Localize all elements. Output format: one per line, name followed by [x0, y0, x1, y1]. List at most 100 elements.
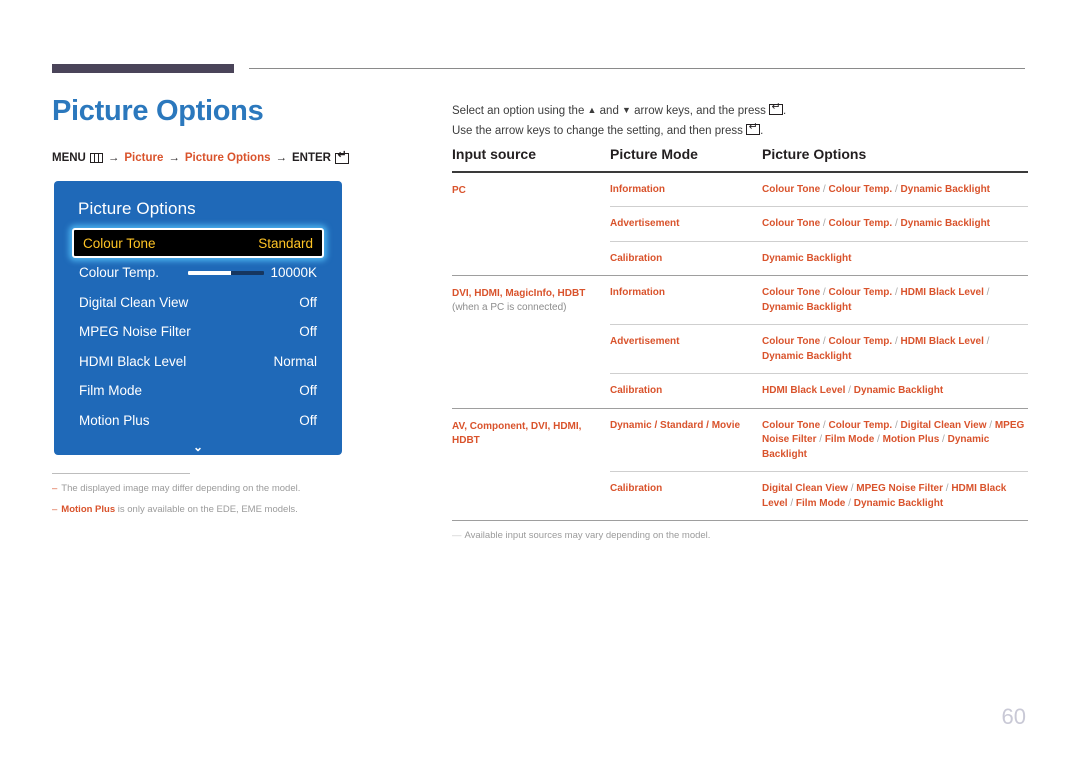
- osd-row-motion-plus[interactable]: Motion Plus Off: [72, 406, 324, 436]
- row-picture-options: HDMI Black Level / Dynamic Backlight: [762, 385, 944, 397]
- row-picture-mode: Information: [610, 183, 665, 195]
- picture-options-table: Input source Picture Mode Picture Option…: [452, 146, 1028, 541]
- chevron-down-icon[interactable]: ⌄: [72, 441, 324, 453]
- enter-return-icon: [746, 122, 761, 135]
- osd-row-hdmi-black-level[interactable]: HDMI Black Level Normal: [72, 347, 324, 377]
- osd-title: Picture Options: [78, 199, 196, 218]
- row-picture-mode: Calibration: [610, 252, 663, 264]
- osd-row-label: Motion Plus: [79, 412, 150, 428]
- breadcrumb-arrow-2: →: [168, 152, 180, 164]
- menu-grid-icon: [89, 153, 103, 163]
- table-header-picture-mode: Picture Mode: [610, 146, 698, 162]
- arrow-down-icon: ▼: [622, 105, 631, 115]
- source-main: PC: [452, 184, 466, 196]
- breadcrumb-step-picture[interactable]: Picture: [124, 152, 163, 164]
- osd-panel: Picture Options Colour Tone Standard Col…: [54, 181, 342, 455]
- breadcrumb-menu-label: MENU: [52, 152, 86, 164]
- osd-row-film-mode[interactable]: Film Mode Off: [72, 376, 324, 406]
- osd-row-value: Normal: [273, 353, 317, 369]
- table-group-pc: PC Information Colour Tone / Colour Temp…: [452, 173, 1028, 276]
- row-picture-options: Colour Tone / Colour Temp. / Dynamic Bac…: [762, 218, 991, 230]
- notes-divider: [52, 473, 190, 474]
- table-row: Information Colour Tone / Colour Temp. /…: [610, 173, 1028, 207]
- source-sub: (when a PC is connected): [452, 302, 567, 314]
- osd-row-digital-clean-view[interactable]: Digital Clean View Off: [72, 288, 324, 318]
- note-text: is only available on the EDE, EME models…: [115, 504, 298, 515]
- table-row: Calibration Digital Clean View / MPEG No…: [610, 471, 1028, 520]
- osd-row-value: 10000K: [270, 265, 317, 281]
- breadcrumb-arrow-3: →: [275, 152, 288, 164]
- osd-row-value: Off: [299, 294, 317, 310]
- table-header-row: Input source Picture Mode Picture Option…: [452, 146, 1028, 171]
- instruction-line-2: Use the arrow keys to change the setting…: [452, 121, 786, 141]
- table-row: Information Colour Tone / Colour Temp. /…: [610, 276, 1028, 324]
- table-header-input-source: Input source: [452, 146, 537, 162]
- table-group-rows: Dynamic / Standard / Movie Colour Tone /…: [610, 409, 1028, 521]
- table-group-av-component: AV, Component, DVI, HDMI, HDBT Dynamic /…: [452, 409, 1028, 521]
- row-picture-mode: Advertisement: [610, 218, 680, 230]
- instructions: Select an option using the ▲ and ▼ arrow…: [452, 100, 786, 141]
- breadcrumb-enter-label: ENTER: [292, 152, 331, 164]
- osd-row-mpeg-noise-filter[interactable]: MPEG Noise Filter Off: [72, 317, 324, 347]
- table-row: Calibration Dynamic Backlight: [610, 240, 1028, 276]
- note-dash: –: [52, 483, 58, 494]
- table-row: Advertisement Colour Tone / Colour Temp.…: [610, 206, 1028, 241]
- breadcrumb-arrow-1: →: [107, 152, 120, 164]
- table-header-picture-options: Picture Options: [762, 146, 867, 162]
- osd-row-label: Colour Tone: [83, 235, 156, 251]
- instruction-line-1: Select an option using the ▲ and ▼ arrow…: [452, 100, 786, 121]
- table-row: Advertisement Colour Tone / Colour Temp.…: [610, 324, 1028, 373]
- instruction-text: .: [783, 105, 787, 117]
- page-number: 60: [1001, 704, 1026, 729]
- note-display-image: – The displayed image may differ dependin…: [52, 483, 300, 494]
- row-picture-mode: Calibration: [610, 483, 663, 495]
- row-picture-mode: Dynamic / Standard / Movie: [610, 419, 741, 431]
- table-row: Calibration HDMI Black Level / Dynamic B…: [610, 373, 1028, 408]
- instruction-text: .: [760, 125, 764, 137]
- footnote-dash: —: [452, 530, 462, 542]
- row-picture-mode: Information: [610, 287, 665, 299]
- osd-row-value: Off: [299, 324, 317, 340]
- breadcrumb: MENU → Picture → Picture Options → ENTER: [52, 150, 349, 164]
- row-picture-options: Dynamic Backlight: [762, 252, 852, 264]
- header-divider-line: [249, 68, 1025, 69]
- osd-row-label: MPEG Noise Filter: [79, 324, 191, 340]
- instruction-text: and: [596, 105, 623, 117]
- table-row: Dynamic / Standard / Movie Colour Tone /…: [610, 409, 1028, 472]
- slider-fill: [188, 270, 231, 275]
- instruction-text: arrow keys, and the press: [630, 105, 770, 117]
- osd-row-label: Film Mode: [79, 383, 143, 399]
- source-main: AV, Component, DVI, HDMI, HDBT: [452, 420, 582, 446]
- header-accent-bar: [52, 64, 234, 73]
- source-main: DVI, HDMI, MagicInfo, HDBT: [452, 288, 586, 300]
- table-group-source: PC: [452, 173, 610, 276]
- colour-temp-slider[interactable]: [188, 270, 265, 275]
- note-accent: Motion Plus: [61, 504, 116, 515]
- table-footnote: — Available input sources may vary depend…: [452, 521, 1028, 541]
- row-picture-options: Colour Tone / Colour Temp. / HDMI Black …: [762, 287, 990, 313]
- row-picture-mode: Advertisement: [610, 336, 680, 348]
- osd-row-colour-temp[interactable]: Colour Temp. 10000K: [72, 258, 324, 288]
- note-motion-plus: – Motion Plus is only available on the ED…: [52, 504, 298, 515]
- enter-return-icon: [769, 102, 784, 115]
- row-picture-mode: Calibration: [610, 385, 663, 397]
- table-group-rows: Information Colour Tone / Colour Temp. /…: [610, 276, 1028, 408]
- osd-row-value: Off: [299, 383, 317, 399]
- table-group-source: AV, Component, DVI, HDMI, HDBT: [452, 409, 610, 521]
- osd-row-colour-tone[interactable]: Colour Tone Standard: [72, 228, 324, 258]
- osd-row-label: HDMI Black Level: [79, 353, 187, 369]
- note-dash: –: [52, 504, 58, 515]
- row-picture-options: Colour Tone / Colour Temp. / HDMI Black …: [762, 336, 990, 362]
- footnote-text: Available input sources may vary dependi…: [464, 530, 711, 542]
- osd-row-value: Standard: [258, 235, 313, 251]
- enter-return-icon: [334, 150, 349, 164]
- breadcrumb-step-picture-options[interactable]: Picture Options: [185, 152, 271, 164]
- table-group-rows: Information Colour Tone / Colour Temp. /…: [610, 173, 1028, 276]
- row-picture-options: Digital Clean View / MPEG Noise Filter /…: [762, 483, 1007, 509]
- page-title: Picture Options: [52, 95, 264, 127]
- osd-row-label: Colour Temp.: [79, 265, 160, 281]
- instruction-text: Use the arrow keys to change the setting…: [452, 125, 747, 137]
- osd-row-value: Off: [299, 412, 317, 428]
- table-group-dvi-hdmi-magicinfo-hdbt: DVI, HDMI, MagicInfo, HDBT (when a PC is…: [452, 276, 1028, 408]
- osd-row-label: Digital Clean View: [79, 294, 189, 310]
